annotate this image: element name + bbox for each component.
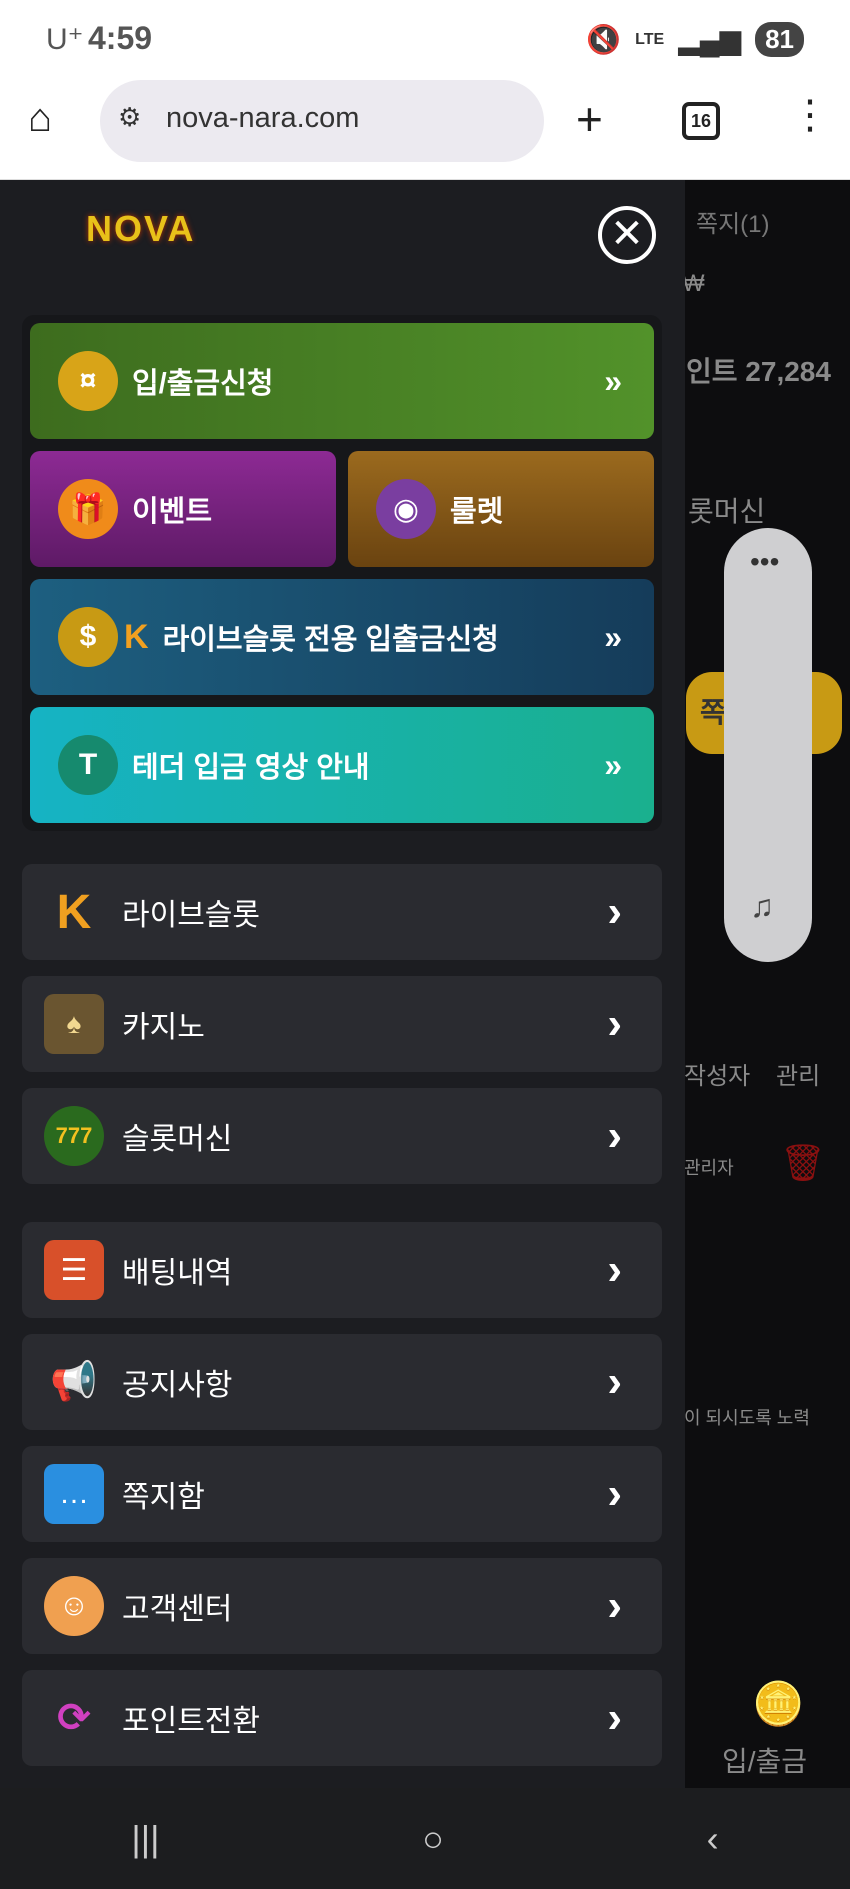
- column-manage: 관리: [776, 1063, 821, 1090]
- recent-apps-icon[interactable]: |||: [131, 1818, 159, 1860]
- k-logo-icon: K: [124, 617, 149, 656]
- trash-icon: 🗑: [780, 1142, 826, 1183]
- coin-icon: 🪙: [752, 1680, 805, 1727]
- site-settings-icon[interactable]: ⚙: [118, 102, 141, 133]
- double-chevron-icon: »: [604, 618, 622, 655]
- more-dots-icon[interactable]: •••: [750, 546, 779, 578]
- menu-item-casino[interactable]: ♠ 카지노 ›: [22, 976, 662, 1072]
- more-menu-icon[interactable]: ⋮: [790, 92, 830, 138]
- menu-label: 고객센터: [122, 1593, 233, 1626]
- double-chevron-icon: »: [604, 362, 622, 399]
- browser-toolbar: ⌂ ⚙ nova-nara.com + 16 ⋮: [0, 78, 850, 180]
- tether-guide-label: 테더 입금 영상 안내: [132, 752, 370, 784]
- deposit-withdraw-button[interactable]: ¤ 입/출금신청 »: [30, 323, 654, 439]
- currency-symbol: ₩: [682, 270, 705, 297]
- chevron-right-icon: ›: [607, 1245, 622, 1294]
- chevron-right-icon: ›: [607, 1357, 622, 1406]
- gold-coins-icon: ¤: [58, 351, 118, 411]
- double-chevron-icon: »: [604, 746, 622, 783]
- chevron-right-icon: ›: [607, 1693, 622, 1742]
- clock: 4:59: [88, 20, 153, 56]
- menu-label: 카지노: [122, 1011, 205, 1044]
- megaphone-icon: 📢: [50, 1361, 98, 1403]
- tether-icon: T: [58, 735, 118, 795]
- chevron-right-icon: ›: [607, 1469, 622, 1518]
- chat-bubble-icon: …: [44, 1464, 104, 1524]
- chevron-right-icon: ›: [607, 1581, 622, 1630]
- chevron-right-icon: ›: [607, 1111, 622, 1160]
- slot-shortcut-label: 롯머신: [688, 496, 766, 527]
- exchange-arrows-icon: ⟳: [57, 1696, 91, 1740]
- menu-label: 배팅내역: [122, 1257, 233, 1290]
- support-agent-icon: ☺: [44, 1576, 104, 1636]
- menu-item-betting-history[interactable]: ☰ 배팅내역 ›: [22, 1222, 662, 1318]
- home-icon[interactable]: ⌂: [28, 96, 52, 141]
- roulette-button[interactable]: ◉ 룰렛: [348, 451, 654, 567]
- casino-logo-icon: ♠: [44, 994, 104, 1054]
- admin-label: 관리자: [684, 1158, 734, 1178]
- roulette-label: 룰렛: [450, 496, 504, 528]
- chevron-right-icon: ›: [607, 887, 622, 936]
- menu-item-point-exchange[interactable]: ⟳ 포인트전환 ›: [22, 1670, 662, 1766]
- deposit-label: 입/출금신청: [132, 368, 274, 400]
- money-bag-icon: $: [58, 607, 118, 667]
- menu-label: 라이브슬롯: [122, 899, 260, 932]
- liveslot-deposit-button[interactable]: $ K 라이브슬롯 전용 입출금신청 »: [30, 579, 654, 695]
- mute-icon: 🔇: [586, 24, 622, 55]
- battery-indicator: 81: [755, 22, 804, 57]
- k-logo-icon: K: [56, 885, 92, 939]
- new-tab-icon[interactable]: +: [576, 92, 603, 146]
- message-link: 쪽지(1): [696, 211, 770, 238]
- slots-777-icon: 777: [44, 1106, 104, 1166]
- menu-item-liveslot[interactable]: K 라이브슬롯 ›: [22, 864, 662, 960]
- menu-label: 쪽지함: [122, 1481, 205, 1514]
- roulette-wheel-icon: ◉: [376, 479, 436, 539]
- menu-item-notice[interactable]: 📢 공지사항 ›: [22, 1334, 662, 1430]
- home-button-icon[interactable]: ○: [422, 1818, 444, 1860]
- signal-icon: ▂▄▆: [678, 24, 742, 55]
- event-button[interactable]: 🎁 이벤트: [30, 451, 336, 567]
- menu-label: 포인트전환: [122, 1705, 260, 1738]
- gift-icon: 🎁: [58, 479, 118, 539]
- lte-indicator: LTE: [635, 30, 665, 48]
- clipboard-icon: ☰: [44, 1240, 104, 1300]
- status-icons: 🔇 LTE ▂▄▆ 81: [586, 22, 804, 57]
- site-logo: NOVA: [86, 208, 196, 249]
- address-bar[interactable]: ⚙ nova-nara.com: [100, 80, 544, 162]
- quick-actions-panel: ¤ 입/출금신청 » 🎁 이벤트 ◉ 룰렛 $ K 라이브슬롯 전용 입출금신청…: [22, 315, 662, 831]
- carrier-label: U⁺: [46, 23, 84, 56]
- music-off-icon[interactable]: ♫: [750, 888, 774, 925]
- tether-guide-button[interactable]: T 테더 입금 영상 안내 »: [30, 707, 654, 823]
- menu-label: 공지사항: [122, 1369, 233, 1402]
- menu-label: 슬롯머신: [122, 1123, 233, 1156]
- floating-panel[interactable]: ••• ♫: [724, 528, 812, 962]
- url-text[interactable]: nova-nara.com: [166, 102, 359, 135]
- column-author: 작성자: [684, 1063, 751, 1090]
- status-bar: U⁺ 4:59 🔇 LTE ▂▄▆ 81: [0, 0, 850, 78]
- event-label: 이벤트: [132, 496, 213, 528]
- system-nav-bar: ||| ○ ‹: [0, 1788, 850, 1889]
- close-button[interactable]: ✕: [598, 206, 656, 264]
- menu-item-slot-machine[interactable]: 777 슬롯머신 ›: [22, 1088, 662, 1184]
- menu-item-customer-center[interactable]: ☺ 고객센터 ›: [22, 1558, 662, 1654]
- bottom-tab-deposit: 입/출금: [722, 1746, 808, 1777]
- chevron-right-icon: ›: [607, 999, 622, 1048]
- liveslot-deposit-label: 라이브슬롯 전용 입출금신청: [162, 624, 499, 656]
- notice-snippet: 이 되시도록 노력: [684, 1408, 810, 1428]
- tab-switcher-button[interactable]: 16: [682, 102, 720, 140]
- back-icon[interactable]: ‹: [707, 1818, 719, 1860]
- menu-item-messages[interactable]: … 쪽지함 ›: [22, 1446, 662, 1542]
- points-display: 인트 27,284: [686, 356, 831, 387]
